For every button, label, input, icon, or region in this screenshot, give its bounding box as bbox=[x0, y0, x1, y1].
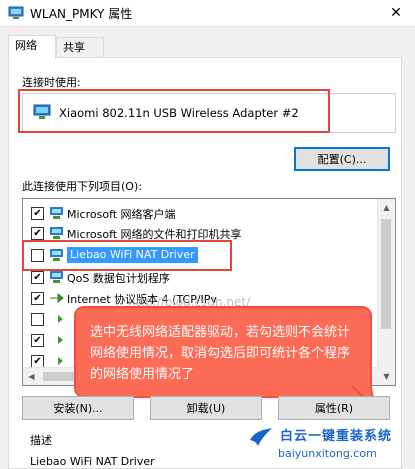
checkbox-ipv4[interactable]: ✔ bbox=[31, 292, 44, 305]
network-client-icon bbox=[50, 207, 63, 219]
install-button[interactable]: 安装(N)... bbox=[22, 396, 134, 420]
brand-name: 白云一键重装系统 bbox=[280, 429, 393, 444]
protocol-arrow-icon bbox=[50, 292, 64, 304]
checkbox-ms-client[interactable]: ✔ bbox=[31, 207, 44, 220]
title-bar: WLAN_PMKY 属性 ✕ bbox=[0, 0, 415, 27]
description-text: Liebao WiFi NAT Driver bbox=[30, 455, 155, 468]
qos-icon bbox=[50, 271, 63, 283]
connect-using-label: 连接时使用: bbox=[22, 76, 81, 89]
scroll-left-icon[interactable]: ◀ bbox=[23, 368, 40, 385]
checkbox-file-sharing[interactable]: ✔ bbox=[31, 227, 44, 240]
callout-box: 选中无线网络适配器驱动，若勾选则不会统计网络使用情况，取消勾选后即可统计各个程序… bbox=[74, 306, 372, 398]
scroll-down-icon[interactable]: ▼ bbox=[378, 368, 395, 385]
checkbox-item-7[interactable]: ✔ bbox=[31, 334, 44, 347]
network-adapter-icon bbox=[8, 6, 24, 19]
properties-button[interactable]: 属性(R) bbox=[278, 396, 390, 420]
items-list-label: 此连接使用下列项目(O): bbox=[22, 180, 142, 193]
item-label: QoS 数据包计划程序 bbox=[67, 272, 170, 285]
window-title: WLAN_PMKY 属性 bbox=[30, 7, 133, 21]
checkbox-qos[interactable]: ✔ bbox=[31, 271, 44, 284]
driver-highlight bbox=[22, 240, 232, 271]
tab-network-label: 网络 bbox=[15, 39, 37, 52]
close-button[interactable]: ✕ bbox=[377, 0, 415, 26]
file-sharing-icon bbox=[50, 227, 63, 239]
uninstall-button[interactable]: 卸载(U) bbox=[150, 396, 262, 420]
adapter-highlight bbox=[18, 89, 330, 133]
vertical-scrollbar[interactable]: ▲ ▼ bbox=[377, 199, 395, 385]
item-label: Microsoft 网络客户端 bbox=[67, 208, 176, 221]
brand-url: baiyunxitong.com bbox=[278, 447, 377, 460]
tab-sharing[interactable]: 共享 bbox=[56, 37, 104, 58]
scroll-thumb[interactable] bbox=[381, 219, 391, 329]
bird-logo-icon bbox=[250, 428, 272, 446]
protocol-arrow-icon bbox=[50, 336, 63, 344]
configure-button[interactable]: 配置(C)... bbox=[294, 147, 390, 171]
protocol-arrow-icon bbox=[50, 315, 63, 323]
checkbox-item-6[interactable] bbox=[31, 313, 44, 326]
description-title: 描述 bbox=[30, 434, 52, 447]
scroll-up-icon[interactable]: ▲ bbox=[378, 199, 395, 216]
protocol-arrow-icon bbox=[50, 357, 63, 365]
tab-sharing-label: 共享 bbox=[63, 41, 85, 54]
brand-watermark: 白云一键重装系统 baiyunxitong.com bbox=[250, 423, 414, 465]
callout-text: 选中无线网络适配器驱动，若勾选则不会统计网络使用情况，取消勾选后即可统计各个程序… bbox=[90, 325, 351, 382]
tab-network[interactable]: 网络 bbox=[8, 35, 56, 59]
list-item-ms-client[interactable]: ✔ Microsoft 网络客户端 bbox=[23, 203, 375, 223]
